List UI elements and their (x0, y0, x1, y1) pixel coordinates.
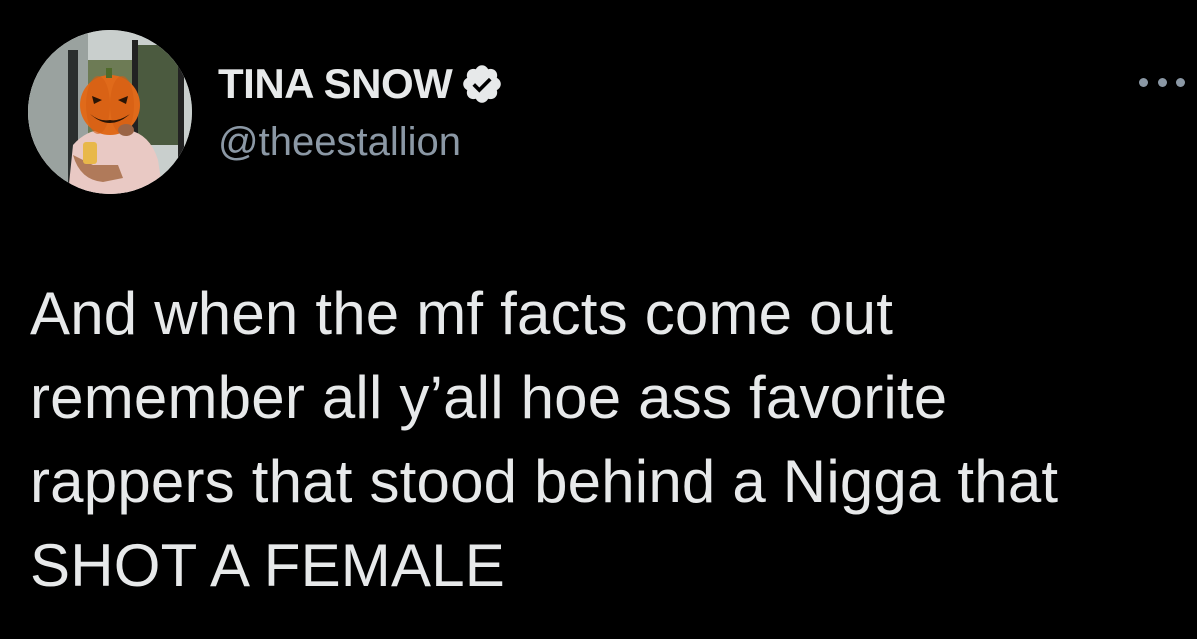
display-name[interactable]: TINA SNOW (218, 60, 453, 108)
tweet-text-line: remember all y’all hoe ass favorite (30, 364, 948, 431)
tweet-text-line: rappers that stood behind a Nigga that (30, 448, 1059, 515)
dot (1139, 77, 1148, 87)
verified-badge-icon (460, 62, 504, 106)
user-handle[interactable]: @theestallion (218, 118, 461, 166)
author-name-row: TINA SNOW (218, 60, 504, 108)
tweet-text-line: SHOT A FEMALE (30, 532, 505, 599)
tweet-text-line: And when the mf facts come out (30, 280, 894, 347)
pumpkin-head-avatar-icon (28, 30, 192, 194)
tweet-text: And when the mf facts come out remember … (30, 272, 1180, 608)
more-options-icon[interactable] (1139, 70, 1185, 94)
dot (1157, 77, 1167, 87)
dot (1176, 77, 1185, 87)
avatar[interactable] (28, 30, 192, 194)
tweet-card: TINA SNOW @theestallion And when the mf … (0, 0, 1197, 639)
